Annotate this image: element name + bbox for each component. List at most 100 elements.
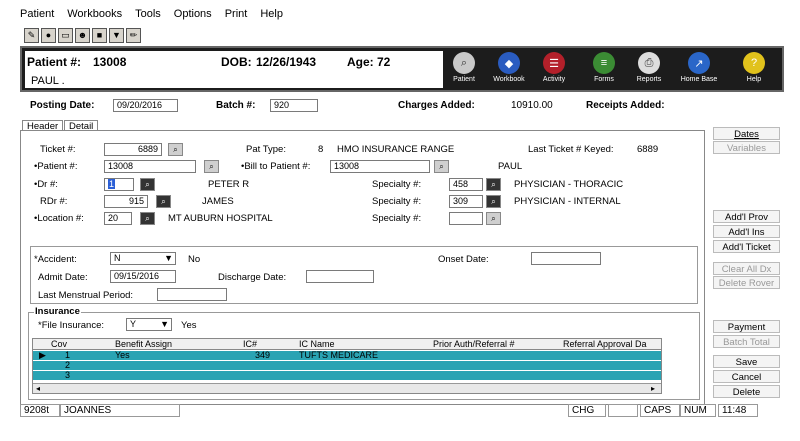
rdr-name: JAMES [202,196,234,207]
forms-button[interactable]: ≡ Forms [584,52,624,88]
status-caps: CAPS [640,404,680,417]
charges-label: Charges Added: [398,100,475,111]
ticket-lookup-icon[interactable]: ⌕ [168,143,183,156]
specialty1-lookup-icon[interactable]: ⌕ [486,178,501,191]
col-approval: Referral Approval Da [563,340,647,349]
grid-header: Cov Benefit Assign IC# IC Name Prior Aut… [33,339,661,350]
last-ticket-label: Last Ticket # Keyed: [528,144,614,155]
lmp-input[interactable] [157,288,227,301]
status-chg: CHG [568,404,606,417]
edit-icon[interactable]: ✎ [24,28,39,43]
record-icon[interactable]: ● [41,28,56,43]
dr-input[interactable]: 1 [104,178,134,191]
save-icon[interactable]: ■ [92,28,107,43]
admit-input[interactable]: 09/15/2016 [110,270,176,283]
rdr-input[interactable]: 915 [104,195,148,208]
payment-button[interactable]: Payment [713,320,780,333]
menu-print[interactable]: Print [225,8,248,24]
patient-number-input[interactable]: 13008 [104,160,196,173]
table-row[interactable]: 3 [33,371,661,380]
bill-to-input[interactable]: 13008 [330,160,430,173]
patient-lookup-icon[interactable]: ⌕ [204,160,219,173]
ticket-label: Ticket #: [40,144,76,155]
save-button[interactable]: Save [713,355,780,368]
window-icon[interactable]: ▭ [58,28,73,43]
status-time: 11:48 [718,404,758,417]
rdr-label: RDr #: [40,196,68,207]
grid-scrollbar[interactable]: ◂ ▸ [33,383,661,393]
reports-button[interactable]: ⎙ Reports [629,52,669,88]
specialty3-lookup-icon[interactable]: ⌕ [486,212,501,225]
scroll-right-icon[interactable]: ▸ [651,384,655,393]
rdr-lookup-icon[interactable]: ⌕ [156,195,171,208]
file-insurance-select[interactable]: Y ▼ [126,318,172,331]
cancel-button[interactable]: Cancel [713,370,780,383]
dr-label: •Dr #: [34,179,58,190]
dr-lookup-icon[interactable]: ⌕ [140,178,155,191]
delete-rover-button[interactable]: Delete Rover [713,276,780,289]
status-code: 9208t [20,404,60,417]
batch-label: Batch #: [216,100,256,111]
magnifier-icon: ⌕ [453,52,475,74]
specialty2-lookup-icon[interactable]: ⌕ [486,195,501,208]
specialty3-label: Specialty #: [372,213,422,224]
dob-value: 12/26/1943 [256,55,317,69]
patient-number-label: Patient #: [27,55,82,69]
posting-date-input[interactable]: 09/20/2016 [113,99,178,112]
chevron-down-icon: ▼ [164,253,173,263]
help-button[interactable]: ? Help [734,52,774,88]
patient-name: PAUL . [31,75,65,87]
patient-button[interactable]: ⌕ Patient [444,52,484,88]
variables-button[interactable]: Variables [713,141,780,154]
location-label: •Location #: [34,213,84,224]
accident-label: *Accident: [34,254,77,265]
clear-all-dx-button[interactable]: Clear All Dx [713,262,780,275]
addl-ins-button[interactable]: Add'l Ins [713,225,780,238]
insurance-title: Insurance [34,306,81,317]
chevron-down-icon: ▼ [160,319,169,329]
ticket-input[interactable]: 6889 [104,143,162,156]
location-input[interactable]: 20 [104,212,132,225]
filter-icon[interactable]: ▼ [109,28,124,43]
batch-input[interactable]: 920 [270,99,318,112]
patient-header: Patient #: 13008 DOB: 12/26/1943 Age: 72… [20,46,784,92]
onset-input[interactable] [531,252,601,265]
person-icon[interactable]: ☻ [75,28,90,43]
age-value: 72 [377,55,391,69]
home-base-button[interactable]: ↗ Home Base [679,52,719,88]
discharge-label: Discharge Date: [218,272,287,283]
printer-icon: ⎙ [638,52,660,74]
specialty2-input[interactable]: 309 [449,195,483,208]
dates-button[interactable]: Dates [713,127,780,140]
menu-options[interactable]: Options [174,8,212,24]
location-lookup-icon[interactable]: ⌕ [140,212,155,225]
age-label: Age: [347,55,374,69]
discharge-input[interactable] [306,270,374,283]
specialty3-input[interactable] [449,212,483,225]
scroll-left-icon[interactable]: ◂ [36,384,40,393]
menu-tools[interactable]: Tools [135,8,161,24]
bill-to-lookup-icon[interactable]: ⌕ [434,160,449,173]
specialty1-input[interactable]: 458 [449,178,483,191]
menu-workbooks[interactable]: Workbooks [67,8,122,24]
pattype-desc: HMO INSURANCE RANGE [337,144,455,155]
accident-select[interactable]: N ▼ [110,252,176,265]
table-row[interactable]: 2 [33,361,661,370]
file-insurance-desc: Yes [181,320,197,331]
activity-button[interactable]: ☰ Activity [534,52,574,88]
status-num: NUM [680,404,716,417]
addl-prov-button[interactable]: Add'l Prov [713,210,780,223]
workbook-button[interactable]: ◆ Workbook [489,52,529,88]
delete-button[interactable]: Delete [713,385,780,398]
menu-patient[interactable]: Patient [20,8,54,24]
addl-ticket-button[interactable]: Add'l Ticket [713,240,780,253]
batch-total-button[interactable]: Batch Total [713,335,780,348]
onset-label: Onset Date: [438,254,489,265]
lmp-label: Last Menstrual Period: [38,290,134,301]
home-icon: ↗ [688,52,710,74]
table-row[interactable]: ▶ 1 Yes 349 TUFTS MEDICARE [33,351,661,360]
menu-help[interactable]: Help [260,8,283,24]
pencil-icon[interactable]: ✏ [126,28,141,43]
specialty1-label: Specialty #: [372,179,422,190]
location-name: MT AUBURN HOSPITAL [168,213,273,224]
